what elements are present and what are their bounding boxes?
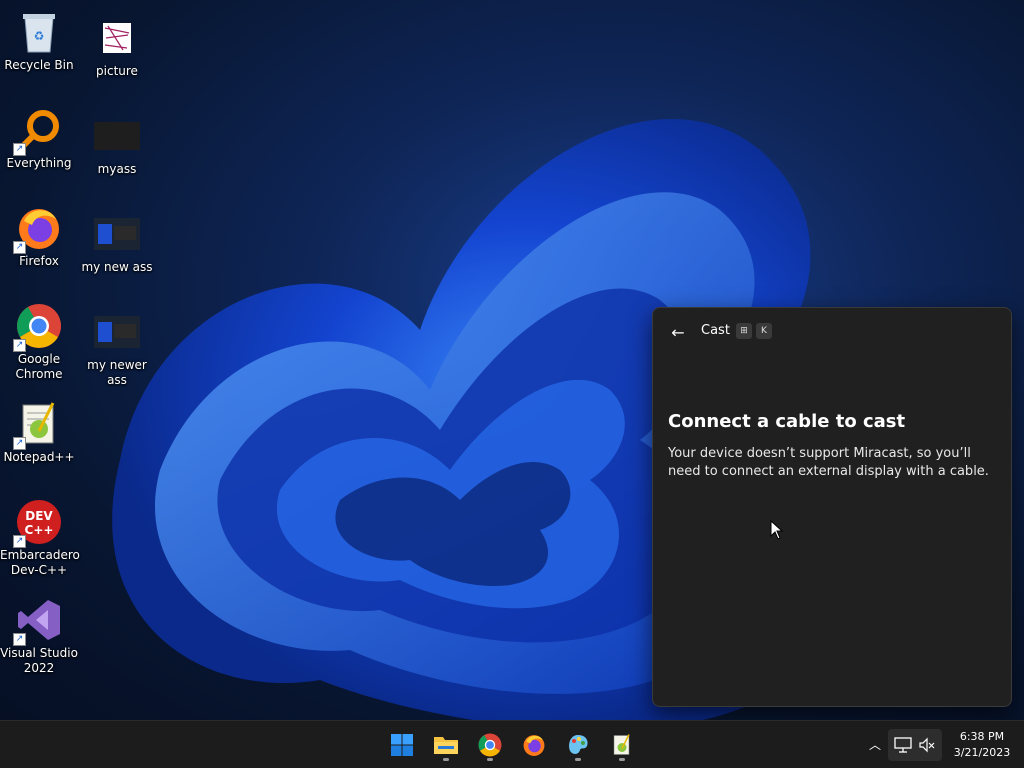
image-file-icon bbox=[93, 308, 141, 356]
desktop-icon-my-newer-ass[interactable]: my newer ass bbox=[78, 308, 156, 388]
desktop-icon-label: Recycle Bin bbox=[4, 58, 74, 72]
back-arrow-icon[interactable]: ← bbox=[667, 322, 689, 344]
desktop[interactable]: ♻ Recycle Bin picture ↗ Everything myass… bbox=[0, 0, 1024, 720]
taskbar-file-explorer[interactable] bbox=[428, 727, 464, 763]
desktop-icon-label: Embarcadero Dev-C++ bbox=[0, 548, 80, 577]
shortcut-arrow-icon: ↗ bbox=[13, 339, 26, 352]
volume-muted-icon bbox=[919, 737, 935, 753]
chrome-icon: ↗ bbox=[13, 302, 63, 352]
desktop-icon-label: my newer ass bbox=[87, 358, 147, 387]
cast-title: Cast bbox=[701, 323, 730, 338]
shortcut-arrow-icon: ↗ bbox=[13, 241, 26, 254]
cast-flyout-panel: ← Cast ⊞ K Connect a cable to cast Your … bbox=[652, 307, 1012, 707]
taskbar-chrome[interactable] bbox=[472, 727, 508, 763]
svg-text:♻: ♻ bbox=[34, 29, 45, 43]
desktop-icon-visual-studio[interactable]: ↗ Visual Studio 2022 bbox=[0, 596, 78, 676]
dev-cpp-icon: DEV C++ ↗ bbox=[13, 498, 63, 548]
cast-description: Your device doesn’t support Miracast, so… bbox=[668, 446, 989, 479]
cast-heading: Connect a cable to cast bbox=[668, 411, 906, 432]
folder-icon bbox=[434, 737, 458, 754]
notepad-plus-plus-icon bbox=[613, 734, 630, 755]
svg-text:DEV: DEV bbox=[25, 509, 53, 523]
shortcut-arrow-icon: ↗ bbox=[13, 437, 26, 450]
clock-time: 6:38 PM bbox=[959, 730, 1005, 743]
network-ethernet-icon bbox=[894, 737, 912, 753]
image-file-icon bbox=[93, 112, 141, 160]
desktop-icon-my-new-ass[interactable]: my new ass bbox=[78, 210, 156, 275]
visual-studio-icon: ↗ bbox=[13, 596, 63, 646]
paint-icon bbox=[569, 735, 588, 754]
desktop-icon-label: Visual Studio 2022 bbox=[0, 646, 78, 675]
desktop-icon-google-chrome[interactable]: ↗ Google Chrome bbox=[0, 302, 78, 382]
desktop-icon-picture[interactable]: picture bbox=[78, 14, 156, 79]
running-indicator bbox=[575, 758, 581, 761]
desktop-icon-myass[interactable]: myass bbox=[78, 112, 156, 177]
desktop-icon-recycle-bin[interactable]: ♻ Recycle Bin bbox=[0, 8, 78, 73]
desktop-icon-dev-cpp[interactable]: DEV C++ ↗ Embarcadero Dev-C++ bbox=[0, 498, 80, 578]
clock-date: 3/21/2023 bbox=[953, 746, 1011, 759]
running-indicator bbox=[443, 758, 449, 761]
running-indicator bbox=[619, 758, 625, 761]
desktop-icon-label: Google Chrome bbox=[15, 352, 63, 381]
show-hidden-icons-chevron-icon[interactable]: ︿ bbox=[864, 733, 886, 757]
recycle-bin-icon: ♻ bbox=[15, 8, 63, 56]
everything-search-icon: ↗ bbox=[13, 106, 63, 156]
shortcut-arrow-icon: ↗ bbox=[13, 143, 26, 156]
taskbar-notepad-plus-plus[interactable] bbox=[604, 727, 640, 763]
desktop-icon-label: picture bbox=[96, 64, 138, 78]
windows-key-icon: ⊞ bbox=[736, 323, 752, 339]
desktop-icon-label: Notepad++ bbox=[3, 450, 75, 464]
desktop-icon-notepad-plus-plus[interactable]: ↗ Notepad++ bbox=[0, 400, 78, 465]
desktop-icon-everything[interactable]: ↗ Everything bbox=[0, 106, 78, 171]
chrome-icon bbox=[478, 733, 502, 757]
clock[interactable]: 6:38 PM 3/21/2023 bbox=[946, 729, 1018, 761]
firefox-icon: ↗ bbox=[13, 204, 63, 254]
taskbar-paint[interactable] bbox=[560, 727, 596, 763]
svg-text:C++: C++ bbox=[25, 523, 54, 537]
mouse-cursor-icon bbox=[770, 520, 784, 540]
desktop-icon-label: Everything bbox=[6, 156, 72, 170]
start-button[interactable] bbox=[384, 727, 420, 763]
windows-start-icon bbox=[391, 734, 413, 756]
shortcut-arrow-icon: ↗ bbox=[13, 535, 26, 548]
image-file-icon bbox=[93, 210, 141, 258]
shortcut-arrow-icon: ↗ bbox=[13, 633, 26, 646]
running-indicator bbox=[487, 758, 493, 761]
desktop-icon-label: Firefox bbox=[19, 254, 59, 268]
desktop-icon-label: myass bbox=[97, 162, 137, 176]
quick-settings-button[interactable] bbox=[888, 729, 942, 761]
taskbar-firefox[interactable] bbox=[516, 727, 552, 763]
desktop-icon-label: my new ass bbox=[81, 260, 153, 274]
taskbar: ︿ 6:38 PM 3/21/2023 bbox=[0, 720, 1024, 768]
shortcut-key-k: K bbox=[756, 323, 772, 339]
desktop-icon-firefox[interactable]: ↗ Firefox bbox=[0, 204, 78, 269]
firefox-icon bbox=[523, 735, 545, 756]
picture-file-icon bbox=[93, 14, 141, 62]
notepad-plus-plus-icon: ↗ bbox=[13, 400, 63, 450]
